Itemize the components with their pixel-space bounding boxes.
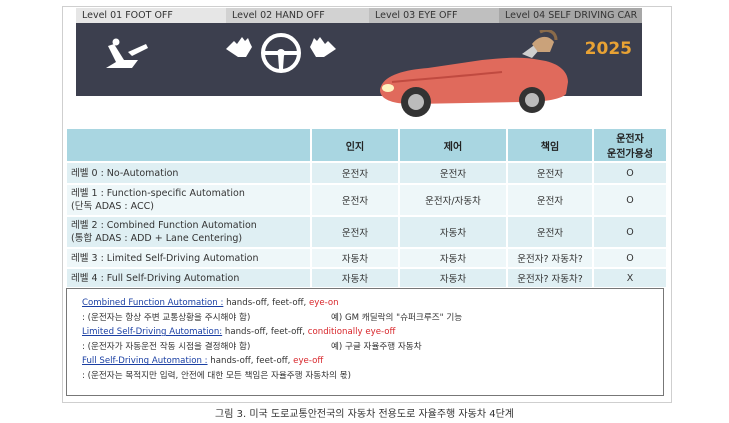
row-label-line1: 레벨 0 : No-Automation <box>71 167 179 179</box>
cell-availability: O <box>592 161 668 185</box>
cell-responsibility: 운전자? 자동차? <box>506 267 594 289</box>
table-row: 레벨 3 : Limited Self-Driving Automation 자… <box>65 247 668 269</box>
note-1-red: eye-on <box>308 298 339 308</box>
cell-availability: O <box>592 215 668 249</box>
red-convertible-car-illustration <box>380 30 568 117</box>
note-1-title: Combined Function Automation : hands-off… <box>82 296 663 311</box>
header-control: 제어 <box>398 127 508 163</box>
cell-responsibility: 운전자 <box>506 161 594 185</box>
note-2-example: 예) 구글 자율주행 자동차 <box>331 341 422 352</box>
note-1-mid: hands-off, feet-off, <box>223 298 309 308</box>
row-label: 레벨 0 : No-Automation <box>65 161 312 185</box>
row-label: 레벨 1 : Function-specific Automation (단독 A… <box>65 183 312 217</box>
level-04-label: Level 04 SELF DRIVING CAR <box>499 8 642 23</box>
note-2-mid: hands-off, feet-off, <box>222 327 308 338</box>
row-label-line2: (단독 ADAS : ACC) <box>71 201 154 212</box>
table-row: 레벨 1 : Function-specific Automation (단독 A… <box>65 183 668 217</box>
year-label: 2025 <box>584 39 632 59</box>
row-label-line1: 레벨 1 : Function-specific Automation <box>71 188 245 199</box>
note-3-red: eye-off <box>293 356 324 367</box>
note-1-detail: : (운전자는 항상 주변 교통상황을 주시해야 함) 예) GM 캐딜락의 "슈… <box>82 311 663 326</box>
table-row: 레벨 2 : Combined Function Automation (통합 A… <box>65 215 668 249</box>
header-perception: 인지 <box>310 127 400 163</box>
cell-control: 운전자/자동차 <box>398 183 508 217</box>
header-driver-line1: 운전자 <box>616 134 644 145</box>
note-3-sub: : (운전자는 목적지만 입력, 안전에 대한 모든 책임은 자율주행 자동차의… <box>82 370 351 381</box>
table-row: 레벨 0 : No-Automation 운전자 운전자 운전자 O <box>65 161 668 185</box>
cell-control: 자동차 <box>398 267 508 289</box>
cell-availability: O <box>592 247 668 269</box>
reclined-seat-icon <box>106 38 148 68</box>
note-2-heading: Limited Self-Driving Automation: <box>82 327 223 338</box>
level-03-label: Level 03 EYE OFF <box>369 8 499 23</box>
cell-perception: 운전자 <box>310 183 400 217</box>
cell-availability: O <box>592 183 668 217</box>
cell-perception: 운전자 <box>310 161 400 185</box>
cell-control: 운전자 <box>398 161 508 185</box>
cell-responsibility: 운전자 <box>506 215 594 249</box>
cell-perception: 자동차 <box>310 267 400 289</box>
level-strip: Level 01 FOOT OFF Level 02 HAND OFF Leve… <box>76 8 642 23</box>
note-2-title: Limited Self-Driving Automation: hands-o… <box>82 325 663 340</box>
automation-level-table: 인지 제어 책임 운전자 운전가용성 레벨 0 : No-Automation … <box>65 127 668 289</box>
cell-perception: 운전자 <box>310 215 400 249</box>
cell-responsibility: 운전자 <box>506 183 594 217</box>
row-label-line1: 레벨 3 : Limited Self-Driving Automation <box>71 252 259 264</box>
table-row: 레벨 4 : Full Self-Driving Automation 자동차 … <box>65 267 668 289</box>
header-driver-line2: 운전가용성 <box>607 149 653 160</box>
note-3-title: Full Self-Driving Automation : hands-off… <box>82 354 663 369</box>
row-label: 레벨 3 : Limited Self-Driving Automation <box>65 247 312 269</box>
row-label-line1: 레벨 2 : Combined Function Automation <box>71 220 257 231</box>
note-1-example: 예) GM 캐딜락의 "슈퍼크루즈" 기능 <box>331 312 463 323</box>
note-3-mid: hands-off, feet-off, <box>207 356 294 367</box>
cell-control: 자동차 <box>398 215 508 249</box>
note-2-detail: : (운전자가 자동운전 작동 시점을 결정해야 함) 예) 구글 자율주행 자동… <box>82 340 663 355</box>
note-3-detail: : (운전자는 목적지만 입력, 안전에 대한 모든 책임은 자율주행 자동차의… <box>82 369 663 384</box>
banner: Level 01 FOOT OFF Level 02 HAND OFF Leve… <box>76 8 642 124</box>
level-02-label: Level 02 HAND OFF <box>226 8 369 23</box>
header-blank <box>65 127 312 163</box>
note-3-heading: Full Self-Driving Automation : <box>82 356 208 367</box>
header-driver-availability: 운전자 운전가용성 <box>592 127 668 163</box>
cell-control: 자동차 <box>398 247 508 269</box>
row-label: 레벨 2 : Combined Function Automation (통합 A… <box>65 215 312 249</box>
note-1-heading: Combined Function Automation : <box>82 298 224 308</box>
note-2-sub: : (운전자가 자동운전 작동 시점을 결정해야 함) <box>82 341 251 352</box>
notes-box: Combined Function Automation : hands-off… <box>66 288 664 396</box>
row-label: 레벨 4 : Full Self-Driving Automation <box>65 267 312 289</box>
cell-responsibility: 운전자? 자동차? <box>506 247 594 269</box>
table-header-row: 인지 제어 책임 운전자 운전가용성 <box>65 127 668 163</box>
cell-perception: 자동차 <box>310 247 400 269</box>
figure-caption: 그림 3. 미국 도로교통안전국의 자동차 전용도로 자율주행 자동차 4단계 <box>215 409 514 420</box>
hands-off-wheel-icon <box>226 33 336 73</box>
row-label-line1: 레벨 4 : Full Self-Driving Automation <box>71 272 240 284</box>
row-label-line2: (통합 ADAS : ADD + Lane Centering) <box>71 233 243 244</box>
note-1-sub: : (운전자는 항상 주변 교통상황을 주시해야 함) <box>82 312 251 323</box>
note-2-red: conditionally eye-off <box>307 327 396 338</box>
header-responsibility: 책임 <box>506 127 594 163</box>
level-01-label: Level 01 FOOT OFF <box>76 8 226 23</box>
cell-availability: X <box>592 267 668 289</box>
